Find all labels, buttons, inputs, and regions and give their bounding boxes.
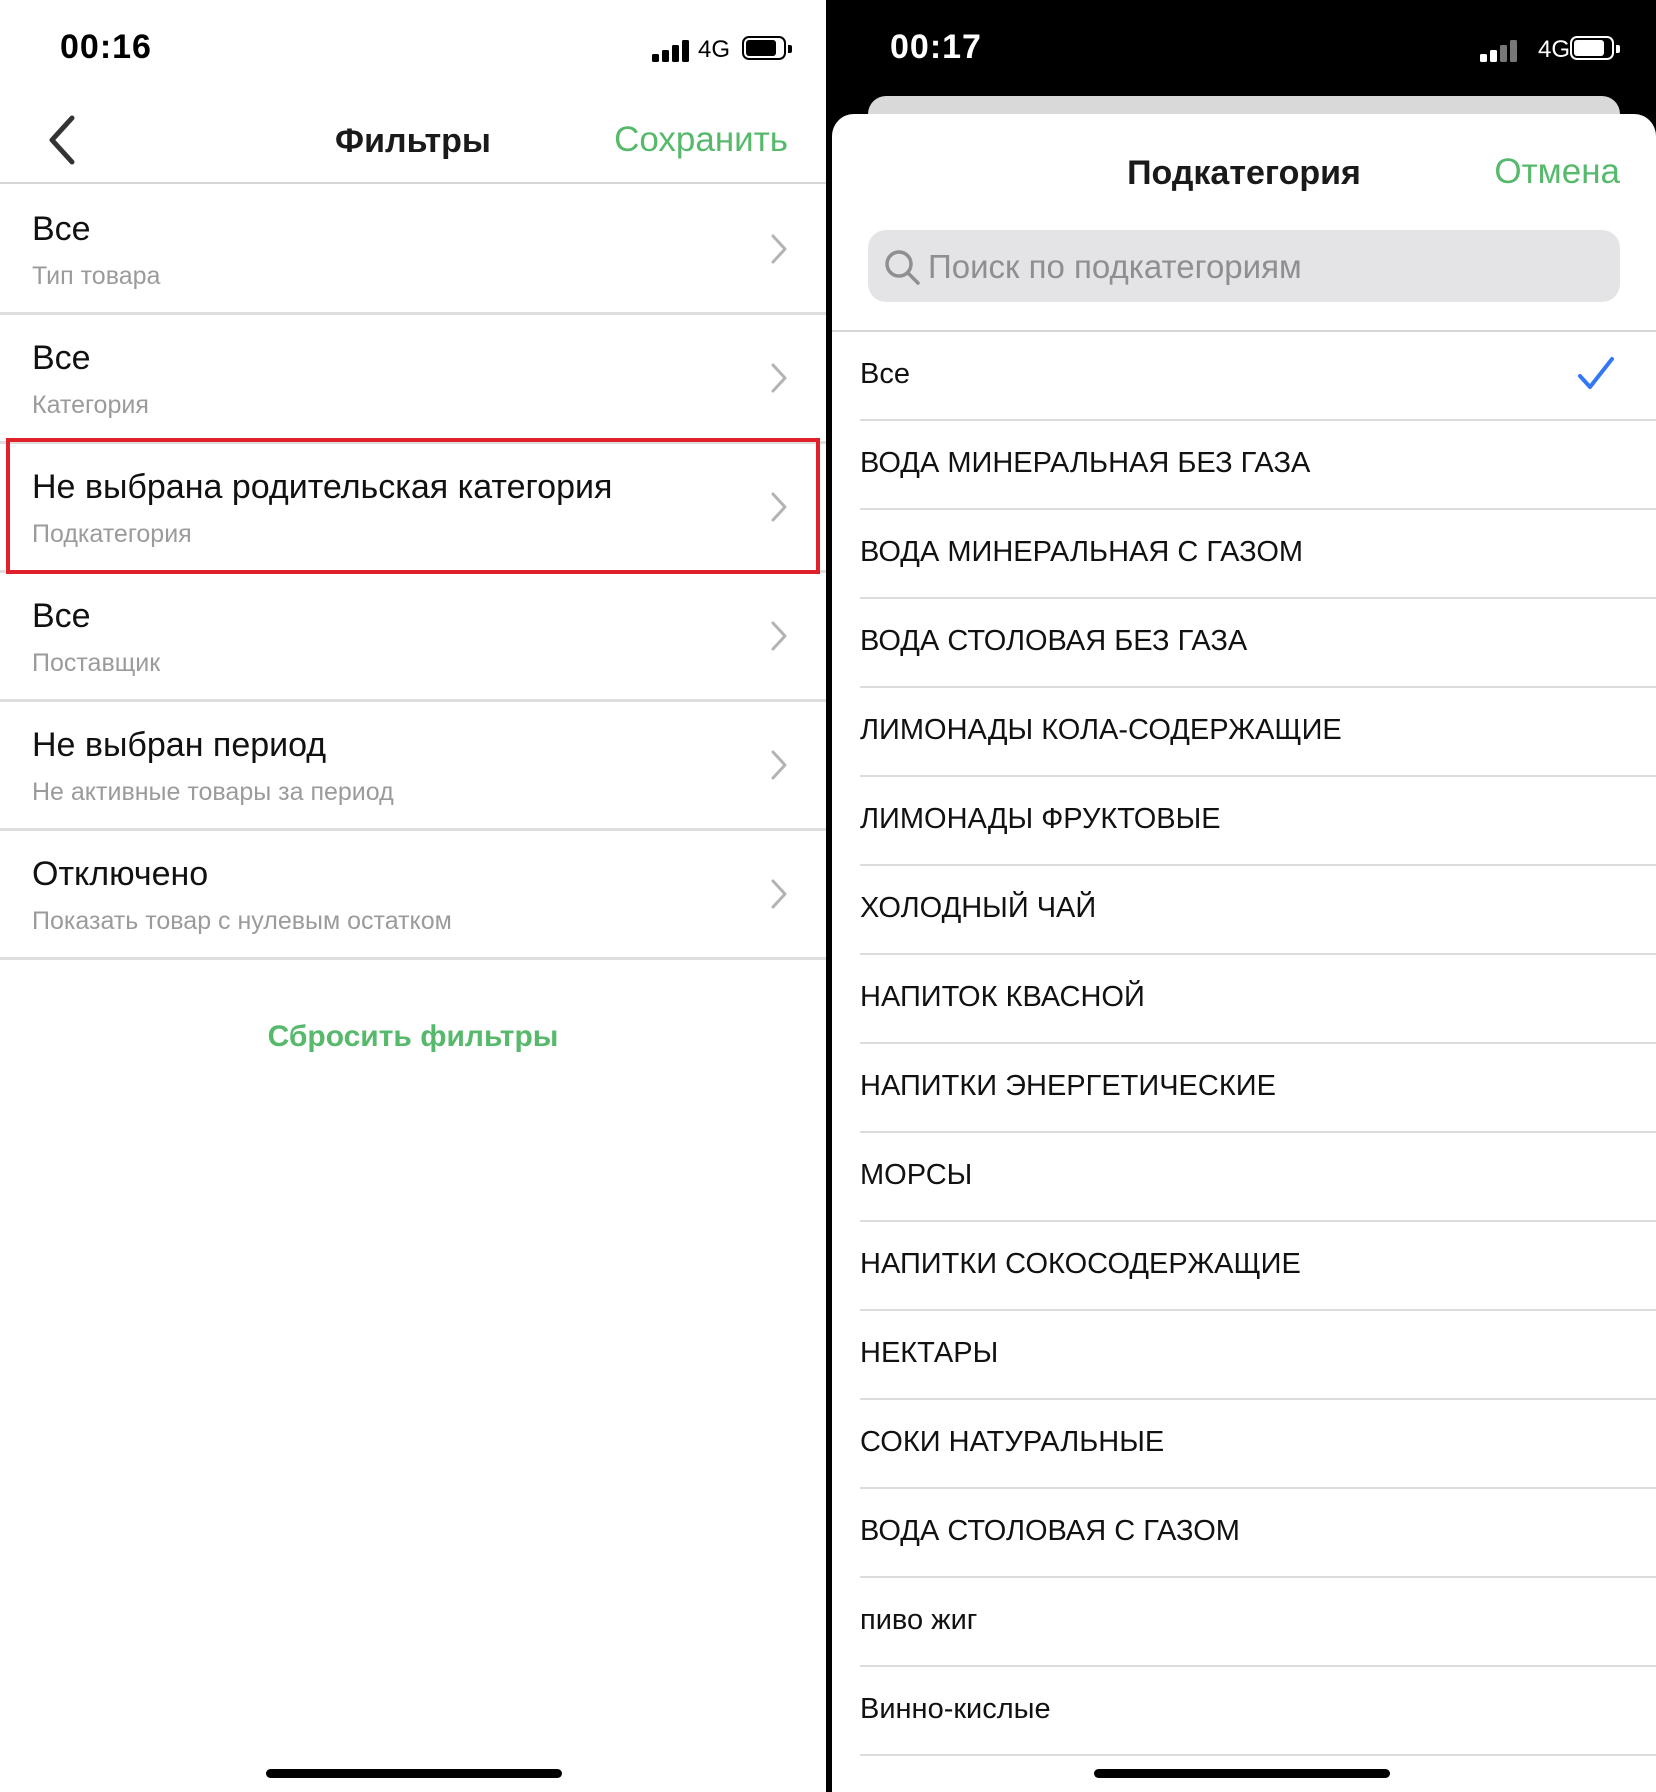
chevron-right-icon <box>771 750 787 780</box>
list-item[interactable]: ЛИМОНАДЫ КОЛА-СОДЕРЖАЩИЕ <box>860 688 1656 777</box>
home-indicator <box>266 1769 562 1778</box>
list-item[interactable]: ВОДА СТОЛОВАЯ С ГАЗОМ <box>860 1489 1656 1578</box>
list-item[interactable]: ВОДА СТОЛОВАЯ БЕЗ ГАЗА <box>860 599 1656 688</box>
list-item-label: НАПИТКИ ЭНЕРГЕТИЧЕСКИЕ <box>860 1070 1276 1102</box>
filter-label: Тип товара <box>32 262 161 290</box>
list-item-label: НАПИТКИ СОКОСОДЕРЖАЩИЕ <box>860 1248 1301 1280</box>
list-item-label: МОРСЫ <box>860 1159 973 1191</box>
signal-icon <box>652 38 690 62</box>
list-item[interactable]: НЕКТАРЫ <box>860 1311 1656 1400</box>
chevron-right-icon <box>771 621 787 651</box>
filter-value: Все <box>32 339 91 377</box>
highlight-annotation-box <box>6 438 820 574</box>
list-item[interactable]: Все <box>860 332 1656 421</box>
status-bar: 00:16 4G <box>0 0 826 100</box>
cancel-button[interactable]: Отмена <box>1494 152 1620 192</box>
filter-row-inactive-period[interactable]: Не выбран период Не активные товары за п… <box>0 702 826 831</box>
list-item[interactable]: НАПИТКИ СОКОСОДЕРЖАЩИЕ <box>860 1222 1656 1311</box>
filter-label: Показать товар с нулевым остатком <box>32 907 452 935</box>
list-item[interactable]: ВОДА МИНЕРАЛЬНАЯ БЕЗ ГАЗА <box>860 421 1656 510</box>
battery-icon <box>1570 36 1620 60</box>
list-item-label: СОКИ НАТУРАЛЬНЫЕ <box>860 1426 1165 1458</box>
signal-icon <box>1480 38 1518 62</box>
filter-row-product-type[interactable]: Все Тип товара <box>0 186 826 315</box>
network-type: 4G <box>697 36 730 63</box>
filters-screen: 00:16 4G Фильтры Сохранить Все Тип товар… <box>0 0 826 1792</box>
list-item[interactable]: СОКИ НАТУРАЛЬНЫЕ <box>860 1400 1656 1489</box>
status-bar: 00:17 4G <box>832 0 1656 100</box>
network-type: 4G <box>1537 36 1570 63</box>
checkmark-icon <box>1578 357 1614 389</box>
nav-bar: Фильтры Сохранить <box>0 100 826 184</box>
filter-label: Поставщик <box>32 649 161 677</box>
status-time: 00:16 <box>60 28 152 66</box>
list-item-label: ВОДА СТОЛОВАЯ БЕЗ ГАЗА <box>860 625 1248 657</box>
search-placeholder: Поиск по подкатегориям <box>928 248 1302 285</box>
filter-value: Все <box>32 210 91 248</box>
subcategory-picker-screen: 00:17 4G Подкатегория Отмена Поиск по по… <box>832 0 1656 1792</box>
list-item[interactable]: МОРСЫ <box>860 1133 1656 1222</box>
subcategory-list: Все ВОДА МИНЕРАЛЬНАЯ БЕЗ ГАЗА ВОДА МИНЕР… <box>860 332 1656 1756</box>
list-item[interactable]: НАПИТКИ ЭНЕРГЕТИЧЕСКИЕ <box>860 1044 1656 1133</box>
list-item-label: ВОДА СТОЛОВАЯ С ГАЗОМ <box>860 1515 1240 1547</box>
search-field[interactable]: Поиск по подкатегориям <box>868 230 1620 302</box>
list-item[interactable]: ЛИМОНАДЫ ФРУКТОВЫЕ <box>860 777 1656 866</box>
list-item-label: пиво жиг <box>860 1604 978 1636</box>
filter-row-zero-stock[interactable]: Отключено Показать товар с нулевым остат… <box>0 831 826 960</box>
filter-value: Не выбран период <box>32 726 327 764</box>
list-item-label: ЛИМОНАДЫ КОЛА-СОДЕРЖАЩИЕ <box>860 714 1342 746</box>
chevron-right-icon <box>771 879 787 909</box>
list-item-label: ХОЛОДНЫЙ ЧАЙ <box>860 892 1097 924</box>
list-item[interactable]: ВОДА МИНЕРАЛЬНАЯ С ГАЗОМ <box>860 510 1656 599</box>
list-item-label: Все <box>860 358 910 390</box>
home-indicator <box>1094 1769 1390 1778</box>
list-item[interactable]: НАПИТОК КВАСНОЙ <box>860 955 1656 1044</box>
list-item-label: НЕКТАРЫ <box>860 1337 999 1369</box>
subcategory-sheet: Подкатегория Отмена Поиск по подкатегори… <box>832 114 1656 1792</box>
filter-label: Не активные товары за период <box>32 778 394 806</box>
list-item-label: ВОДА МИНЕРАЛЬНАЯ БЕЗ ГАЗА <box>860 447 1311 479</box>
list-item-label: Винно-кислые <box>860 1693 1051 1725</box>
list-item-label: НАПИТОК КВАСНОЙ <box>860 981 1145 1013</box>
search-icon <box>885 250 920 285</box>
filter-label: Категория <box>32 391 149 419</box>
status-time: 00:17 <box>890 28 982 66</box>
filter-row-category[interactable]: Все Категория <box>0 315 826 444</box>
list-item-label: ВОДА МИНЕРАЛЬНАЯ С ГАЗОМ <box>860 536 1304 568</box>
chevron-right-icon <box>771 363 787 393</box>
list-item[interactable]: пиво жиг <box>860 1578 1656 1667</box>
filter-row-supplier[interactable]: Все Поставщик <box>0 573 826 702</box>
chevron-right-icon <box>771 234 787 264</box>
reset-filters-button[interactable]: Сбросить фильтры <box>0 1020 826 1054</box>
filter-value: Отключено <box>32 855 209 893</box>
save-button[interactable]: Сохранить <box>614 120 788 160</box>
list-item-label: ЛИМОНАДЫ ФРУКТОВЫЕ <box>860 803 1221 835</box>
battery-icon <box>742 36 792 60</box>
filter-value: Все <box>32 597 91 635</box>
list-item[interactable]: Винно-кислые <box>860 1667 1656 1756</box>
list-item[interactable]: ХОЛОДНЫЙ ЧАЙ <box>860 866 1656 955</box>
